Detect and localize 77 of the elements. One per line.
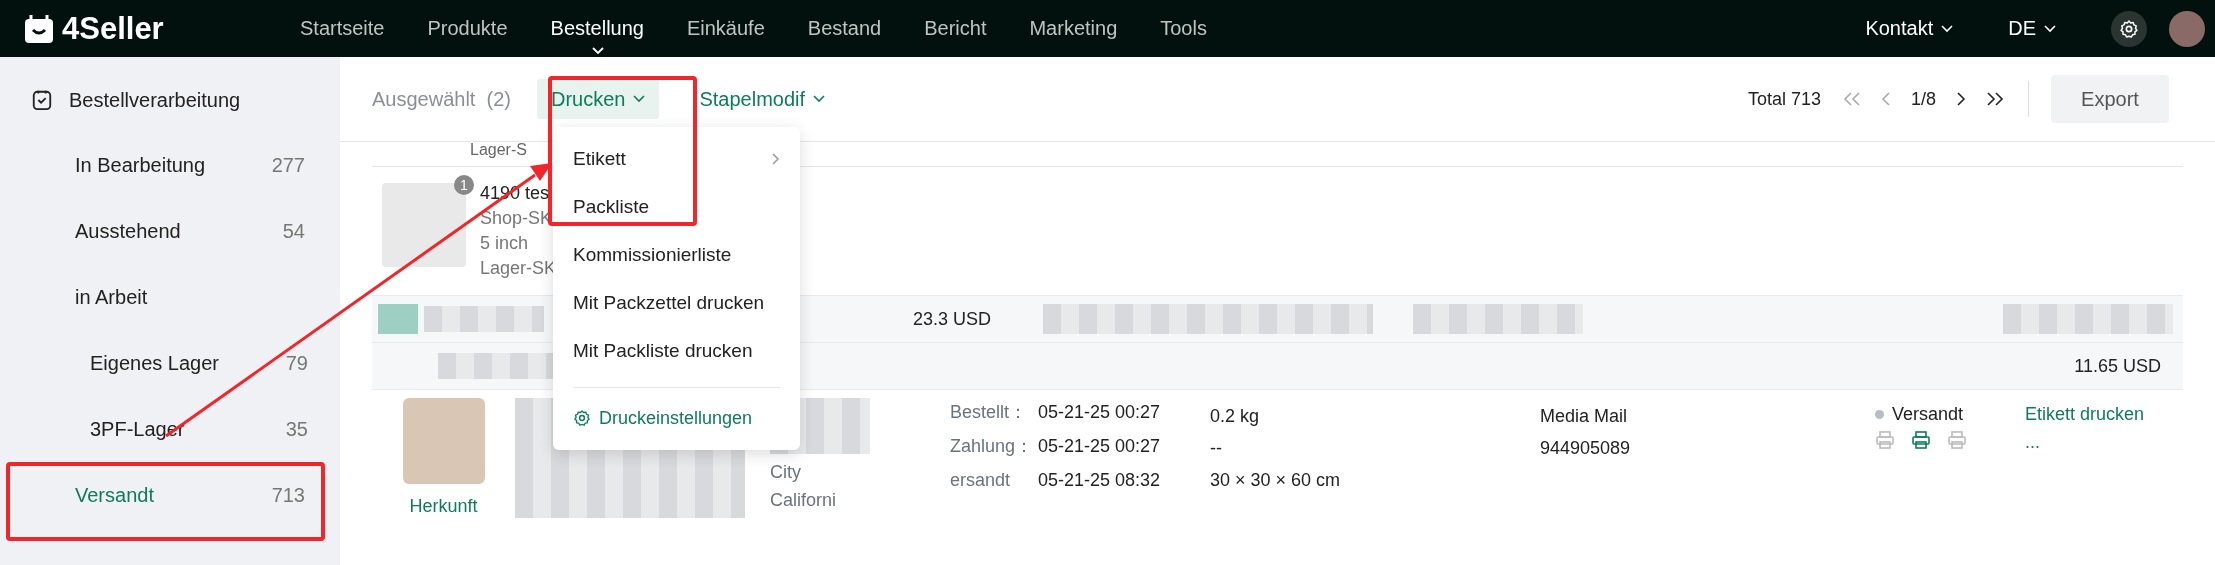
action-link[interactable]: ... <box>2025 428 2170 456</box>
nav-tab[interactable]: Bestand <box>807 17 903 40</box>
logo-text: 4Seller <box>62 10 164 47</box>
menu-item[interactable]: Mit Packzettel drucken <box>553 279 800 327</box>
sidebar-item-label: Versandt <box>75 483 154 507</box>
sidebar-item-label: in Arbeit <box>75 285 148 309</box>
sidebar-item-count: 713 <box>271 483 305 507</box>
menu-item[interactable]: Mit Packliste drucken <box>553 327 800 375</box>
redacted-block <box>378 304 418 334</box>
date-label: Bestellt： <box>950 401 1029 424</box>
date-label: ersandt <box>950 469 1012 492</box>
sidebar-item-count: 79 <box>285 351 308 375</box>
date-label: Zahlung： <box>950 435 1035 458</box>
amount-text: 11.65 USD <box>2073 355 2161 377</box>
contact-dropdown[interactable]: Kontakt <box>1865 17 1954 40</box>
nav-tab[interactable]: Bestellung <box>550 17 665 40</box>
product-detail-text: 5 inch <box>480 232 530 255</box>
date-value: 05-21-25 00:27 <box>1038 435 1162 458</box>
page-indicator: 1/8 <box>1910 88 1936 110</box>
chevron-right-icon <box>772 153 780 165</box>
sidebar-item[interactable]: In Bearbeitung 277 <box>0 132 340 198</box>
shipping-text: Media Mail <box>1540 405 1629 428</box>
bag-logo-icon <box>24 13 54 44</box>
export-button[interactable]: Export <box>2051 75 2169 123</box>
sidebar-item-label: In Bearbeitung <box>75 153 206 177</box>
package-text: 30 × 30 × 60 cm <box>1210 469 1342 492</box>
nav-tab[interactable]: Tools <box>1160 17 1228 40</box>
date-value: 05-21-25 00:27 <box>1038 401 1162 424</box>
language-dropdown[interactable]: DE <box>2008 17 2056 40</box>
print-dropdown-button[interactable]: Drucken <box>536 79 660 119</box>
nav-tab[interactable]: Marketing <box>1029 17 1139 40</box>
batch-edit-dropdown[interactable]: Stapelmodif <box>699 87 826 111</box>
selected-count-label: Ausgewählt (2) <box>372 87 511 111</box>
sidebar-item-count: 54 <box>282 219 305 243</box>
quantity-badge: 1 <box>454 175 474 195</box>
menu-item[interactable]: Packliste <box>553 183 800 231</box>
clipboard-check-icon <box>31 89 53 111</box>
chevron-down-icon <box>1941 24 1954 33</box>
printer-icon[interactable] <box>1911 430 1931 450</box>
sidebar-item[interactable]: Eigenes Lager 79 <box>0 330 340 396</box>
nav-tab[interactable]: Einkäufe <box>686 17 786 40</box>
settings-button[interactable] <box>2111 10 2147 47</box>
settings-icon <box>573 409 591 427</box>
sidebar-item-count: 35 <box>285 417 308 441</box>
total-count: Total 713 <box>1747 88 1821 110</box>
package-text: 0.2 kg <box>1210 405 1261 428</box>
nav-tab[interactable]: Produkte <box>427 17 529 40</box>
sidebar-item[interactable]: in Arbeit <box>0 264 340 330</box>
amount-text: 23.3 USD <box>911 308 991 330</box>
sidebar-item[interactable]: Ausstehend 54 <box>0 198 340 264</box>
avatar-icon[interactable] <box>2169 10 2205 47</box>
last-page-icon[interactable] <box>1986 92 2004 106</box>
first-page-icon[interactable] <box>1842 92 1861 106</box>
address-text: City <box>770 461 802 484</box>
nav-tab[interactable]: Startseite <box>300 17 406 40</box>
previous-page-icon[interactable] <box>1880 92 1891 106</box>
action-link[interactable]: Etikett drucken <box>2025 400 2170 428</box>
caret-icon <box>591 47 604 55</box>
date-value: 05-21-25 08:32 <box>1038 469 1162 492</box>
chevron-down-icon <box>2044 24 2056 33</box>
sidebar-item-label: Eigenes Lager <box>90 351 219 375</box>
sidebar-item[interactable]: Versandt 713 <box>0 462 340 528</box>
address-text: Californi <box>770 489 838 512</box>
next-page-icon[interactable] <box>1956 92 1966 106</box>
chevron-down-icon <box>813 95 826 103</box>
menu-item[interactable]: Druckeinstellungen <box>553 398 800 438</box>
menu-item[interactable]: Etikett <box>553 135 800 183</box>
origin-link[interactable]: Herkunft <box>409 492 478 520</box>
sidebar-item-count: 277 <box>271 153 305 177</box>
sidebar-section-title: Bestellverarbeitung <box>69 88 241 112</box>
sidebar-item-label: Ausstehend <box>75 219 181 243</box>
nav-tab[interactable]: Bericht <box>924 17 1008 40</box>
status-text: Versandt <box>1892 403 1964 426</box>
chevron-down-icon <box>633 95 646 103</box>
package-text: -- <box>1210 437 1223 460</box>
shipping-text: 944905089 <box>1540 437 1632 460</box>
settings-icon <box>2119 18 2139 39</box>
